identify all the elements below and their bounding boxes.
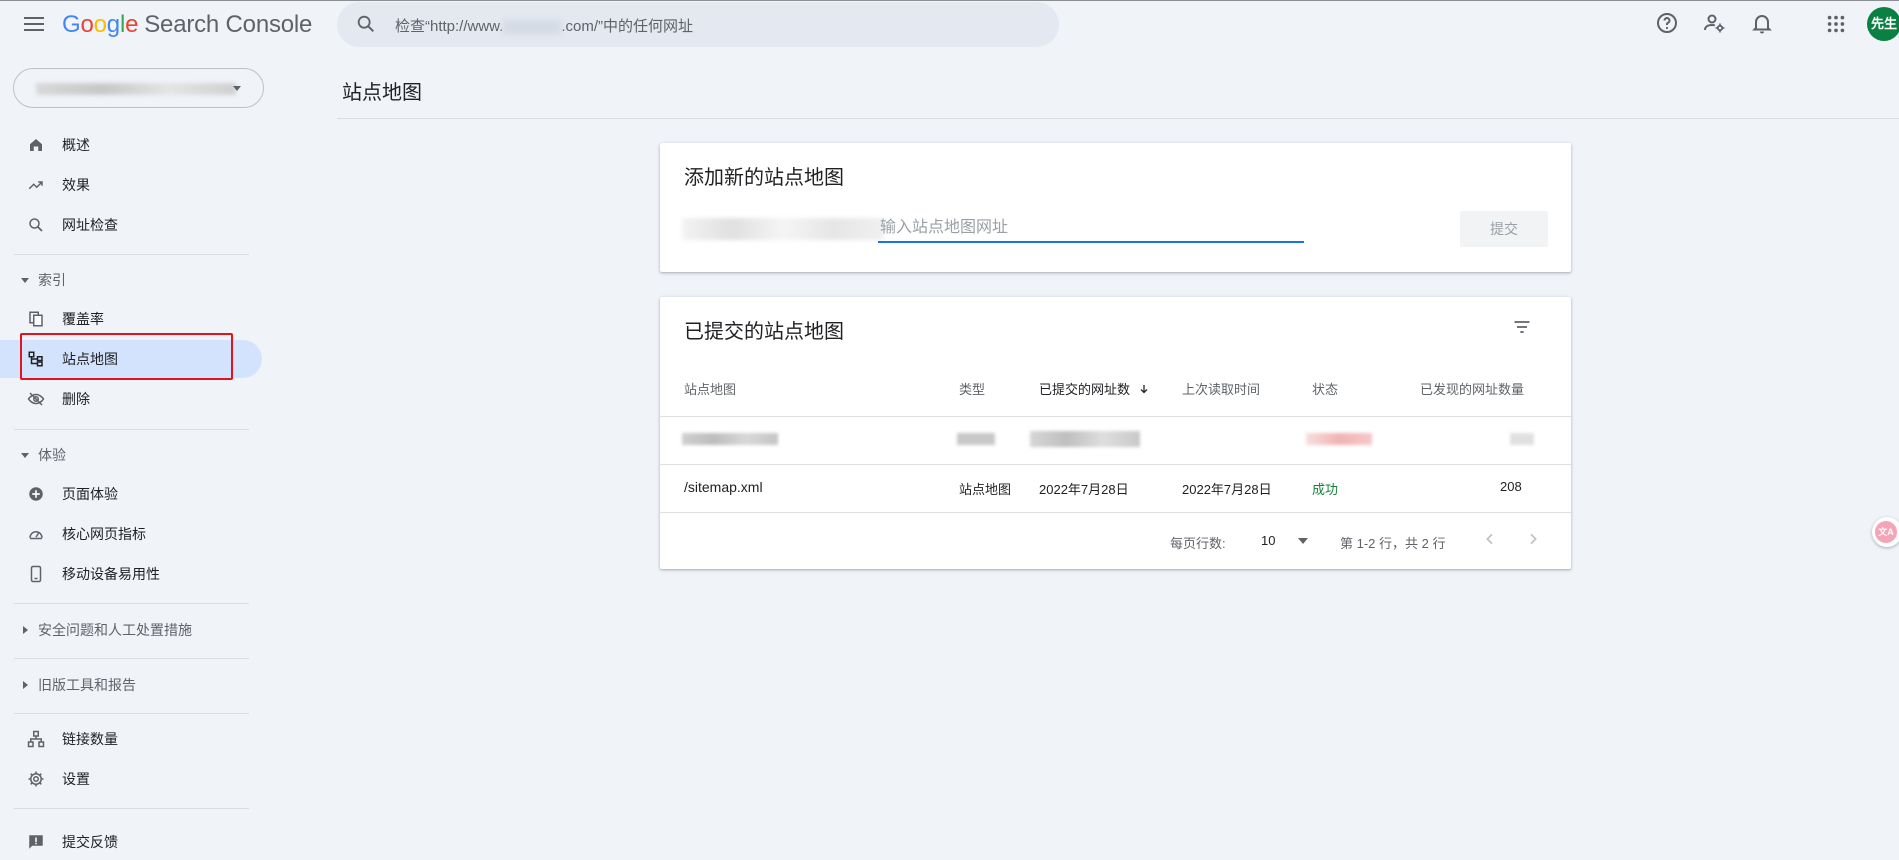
cell-discovered: 208 (1500, 479, 1522, 494)
column-header-status[interactable]: 状态 (1312, 379, 1338, 398)
sidebar-item-label: 效果 (62, 177, 90, 193)
divider (14, 254, 249, 255)
links-icon (27, 730, 45, 748)
gear-icon (28, 771, 44, 787)
sidebar-item-mobile-usability[interactable]: 移动设备易用性 (0, 555, 262, 593)
sidebar-item-feedback[interactable]: 提交反馈 (0, 823, 262, 860)
smartphone-icon (30, 565, 42, 583)
feedback-icon (29, 835, 43, 849)
redacted-cell (1306, 433, 1372, 445)
redacted-cell (1510, 433, 1534, 445)
notifications-icon[interactable] (1750, 11, 1774, 35)
divider (337, 118, 1899, 119)
sidebar-item-removals[interactable]: 删除 (0, 380, 262, 418)
sitemap-url-input[interactable] (878, 215, 1304, 243)
url-inspection-search[interactable]: 检查“http://www. .com/”中的任何网址 (337, 2, 1059, 47)
arrow-down-icon (1140, 385, 1148, 394)
cell-status: 成功 (1312, 482, 1339, 497)
divider (14, 713, 249, 714)
copy-icon (29, 311, 43, 327)
redacted-cell (682, 433, 778, 445)
card-title: 已提交的站点地图 (684, 321, 844, 343)
caret-right-icon (23, 681, 28, 689)
rows-per-page-label: 每页行数: (1170, 536, 1226, 551)
divider (14, 429, 249, 430)
sidebar-item-overview[interactable]: 概述 (0, 126, 262, 164)
highlight-box (20, 333, 233, 380)
filter-icon[interactable] (1512, 317, 1532, 337)
sidebar-item-settings[interactable]: 设置 (0, 760, 262, 798)
caret-down-icon (21, 453, 29, 458)
product-name: Search Console (144, 11, 313, 38)
product-logo[interactable]: Google Search Console (62, 11, 312, 39)
divider (14, 603, 249, 604)
home-icon (30, 139, 42, 151)
add-sitemap-card: 添加新的站点地图 提交 (660, 143, 1571, 272)
translate-extension-button[interactable]: 文A (1872, 517, 1899, 547)
sidebar-item-page-experience[interactable]: 页面体验 (0, 475, 262, 513)
sidebar-item-label: 网址检查 (62, 217, 118, 233)
sidebar-item-label: 删除 (62, 391, 90, 407)
redacted-domain (503, 20, 562, 35)
top-app-bar: Google Search Console 检查“http://www. .com/… (0, 0, 1899, 47)
caret-down-icon (21, 278, 29, 283)
column-header-type[interactable]: 类型 (959, 379, 985, 398)
cell-submitted: 2022年7月28日 (1039, 482, 1129, 497)
submitted-sitemaps-card: 已提交的站点地图 站点地图 类型 已提交的网址数 上次读取时间 状态 已发现的网… (660, 297, 1571, 569)
cell-sitemap[interactable]: /sitemap.xml (684, 479, 763, 495)
redacted-cell (1030, 431, 1140, 447)
avatar[interactable]: 先生 (1867, 7, 1899, 41)
property-selector[interactable] (13, 68, 264, 108)
card-title: 添加新的站点地图 (684, 167, 844, 189)
divider (660, 416, 1571, 417)
visibility-off-icon (27, 392, 45, 406)
search-icon (357, 15, 375, 33)
column-header-submitted[interactable]: 已提交的网址数 (1039, 379, 1150, 398)
sidebar-item-label: 提交反馈 (62, 834, 118, 850)
cell-type: 站点地图 (959, 482, 1012, 497)
cell-last-read: 2022年7月28日 (1182, 482, 1272, 497)
sidebar-item-label: 核心网页指标 (62, 526, 146, 542)
pagination-range: 第 1-2 行，共 2 行 (1340, 536, 1446, 551)
redacted-site-prefix (682, 218, 884, 240)
divider (660, 464, 1571, 465)
column-header-last-read[interactable]: 上次读取时间 (1182, 379, 1260, 398)
page-title: 站点地图 (342, 82, 422, 104)
sidebar-item-core-web-vitals[interactable]: 核心网页指标 (0, 515, 262, 553)
manage-accounts-icon[interactable] (1702, 11, 1726, 35)
sidebar-item-label: 移动设备易用性 (62, 566, 160, 582)
redacted-property-name (36, 83, 236, 95)
sidebar-item-label: 页面体验 (62, 486, 118, 502)
divider (14, 658, 249, 659)
caret-down-icon (1298, 538, 1309, 544)
search-placeholder[interactable]: 检查“http://www. .com/”中的任何网址 (395, 15, 693, 36)
redacted-cell (957, 433, 995, 445)
column-header-sitemap[interactable]: 站点地图 (684, 379, 736, 398)
rows-per-page-select[interactable]: 10 (1261, 533, 1309, 548)
sidebar-item-url-inspection[interactable]: 网址检查 (0, 206, 262, 244)
help-icon[interactable] (1655, 11, 1679, 35)
search-icon (29, 218, 43, 232)
chevron-left-icon[interactable] (1482, 531, 1498, 547)
chevron-right-icon[interactable] (1525, 531, 1541, 547)
divider (14, 808, 249, 809)
divider (660, 512, 1571, 513)
speed-icon (29, 531, 43, 540)
sidebar-item-label: 链接数量 (62, 731, 118, 747)
sidebar-item-label: 概述 (62, 137, 90, 153)
sidebar-item-label: 设置 (62, 771, 90, 787)
chevron-down-icon (233, 86, 241, 91)
sidebar-item-label: 覆盖率 (62, 311, 104, 327)
column-header-discovered[interactable]: 已发现的网址数量 (1420, 379, 1524, 398)
sidebar-item-performance[interactable]: 效果 (0, 166, 262, 204)
trending-up-icon (28, 181, 43, 190)
menu-icon[interactable] (22, 12, 46, 36)
apps-icon[interactable] (1825, 13, 1847, 35)
caret-right-icon (23, 626, 28, 634)
submit-button[interactable]: 提交 (1460, 211, 1548, 247)
sidebar-item-links[interactable]: 链接数量 (0, 720, 262, 758)
add-circle-icon (29, 487, 43, 501)
translate-icon: 文A (1875, 521, 1897, 543)
